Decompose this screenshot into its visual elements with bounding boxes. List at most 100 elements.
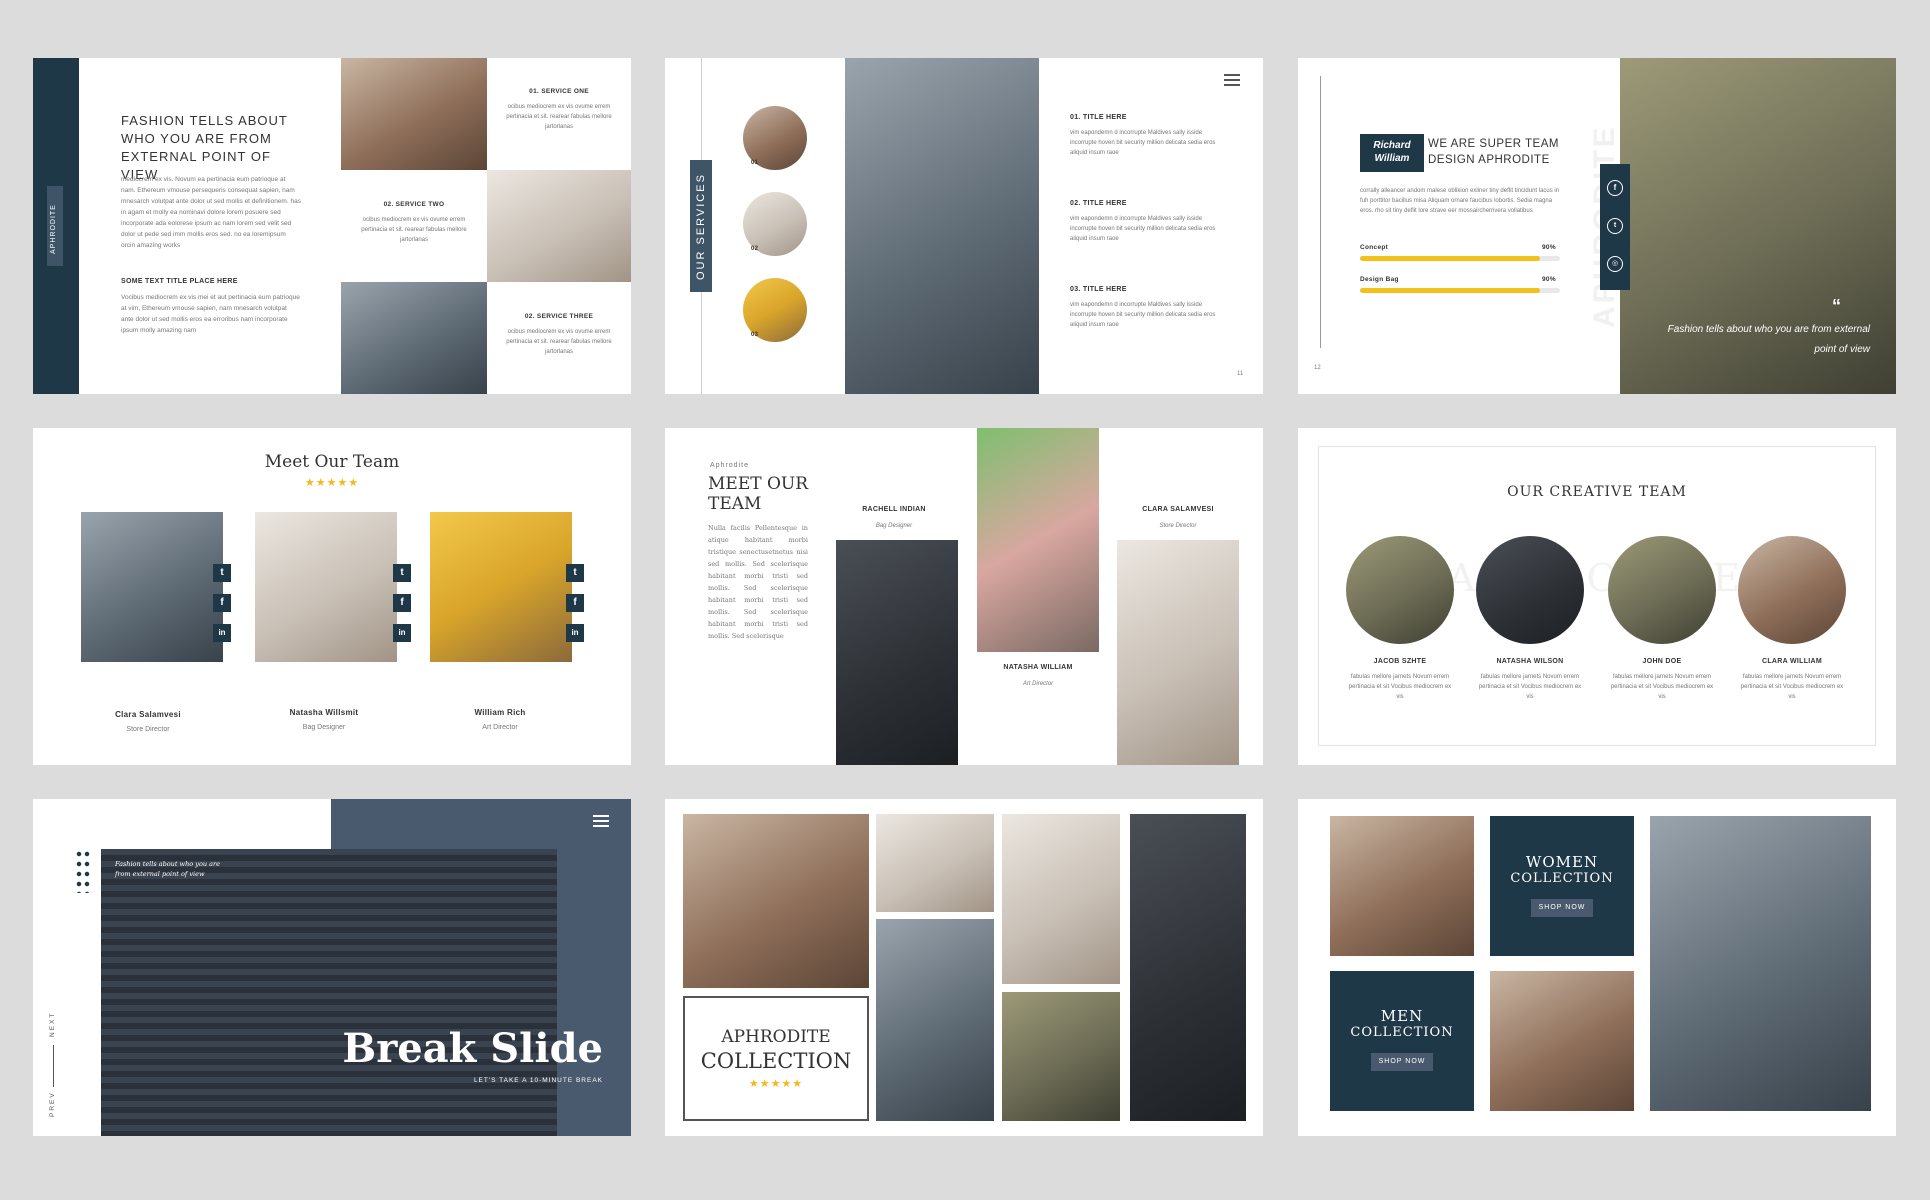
photo-man-bag bbox=[1490, 971, 1634, 1111]
member-1-role: Store Director bbox=[126, 726, 170, 733]
photo-red-bag bbox=[341, 282, 487, 394]
linkedin-icon[interactable]: in bbox=[213, 624, 231, 642]
member-4-name: CLARA WILLIAM bbox=[1761, 658, 1823, 665]
small-label: Aphrodite bbox=[710, 462, 749, 469]
twitter-icon[interactable]: t bbox=[1607, 218, 1623, 234]
photo-woman-coat bbox=[1650, 816, 1871, 1111]
member-1-name: Clara Salamvesi bbox=[115, 710, 181, 719]
member-3-name: JOHN DOE bbox=[1642, 658, 1682, 665]
slide-creative-team[interactable]: OUR CREATIVE TEAM APHRODITE JACOB SZHTE … bbox=[1298, 428, 1896, 765]
slide-break[interactable]: Fashion tells about who you are from ext… bbox=[33, 799, 631, 1136]
skill-2-bar bbox=[1360, 288, 1560, 293]
twitter-icon[interactable]: t bbox=[213, 564, 231, 582]
body-text: Nulla facilis Pellentesque in atique hab… bbox=[708, 524, 808, 640]
member-3-photo bbox=[1608, 536, 1716, 644]
men-line-1: MEN bbox=[1380, 1007, 1424, 1025]
title: Meet Our Team bbox=[264, 452, 400, 472]
photo-woman-walking bbox=[101, 849, 557, 1136]
instagram-icon[interactable]: ◎ bbox=[1607, 256, 1623, 272]
item-2-title: 02. TITLE HERE bbox=[1070, 200, 1127, 207]
rating-stars: ★★★★★ bbox=[304, 477, 360, 489]
member-2-name: NATASHA WILSON bbox=[1496, 658, 1564, 665]
skill-1-bar bbox=[1360, 256, 1560, 261]
name-badge: Richard William bbox=[1360, 134, 1424, 172]
side-title: OUR SERVICES bbox=[695, 173, 707, 280]
rating-stars: ★★★★★ bbox=[748, 1078, 804, 1090]
item-3-text: vim eapondemn d incorrupte Maldives sall… bbox=[1070, 302, 1216, 328]
member-4-text: fabulas mellore jarnets Novum errem pert… bbox=[1740, 674, 1844, 700]
twitter-icon[interactable]: t bbox=[393, 564, 411, 582]
item-1-title: 01. TITLE HERE bbox=[1070, 114, 1127, 121]
slide-meet-our-team-2[interactable]: Aphrodite MEET OUR TEAM Nulla facilis Pe… bbox=[665, 428, 1263, 765]
linkedin-icon[interactable]: in bbox=[566, 624, 584, 642]
dots-grid bbox=[75, 849, 91, 893]
photo-skirt-bag bbox=[341, 58, 487, 170]
skill-2-fill bbox=[1360, 288, 1540, 293]
member-2-name: Natasha Willsmit bbox=[289, 708, 359, 717]
member-2-role: Bag Designer bbox=[302, 724, 346, 731]
skill-1-label: Concept bbox=[1360, 244, 1389, 251]
vertical-arrow-line bbox=[1320, 76, 1321, 348]
page-number: 11 bbox=[1237, 371, 1244, 377]
photo-white-dress bbox=[1130, 814, 1246, 1121]
next-link[interactable]: NEXT bbox=[49, 1012, 56, 1037]
linkedin-icon[interactable]: in bbox=[393, 624, 411, 642]
hamburger-icon[interactable] bbox=[1224, 74, 1240, 86]
photo-steps-woman bbox=[1002, 814, 1120, 984]
photo-woman-headscarf bbox=[845, 58, 1039, 394]
facebook-icon[interactable]: f bbox=[566, 594, 584, 612]
photo-coat-woman bbox=[876, 919, 994, 1121]
slide-aphrodite-collection[interactable]: APHRODITE COLLECTION ★★★★★ bbox=[665, 799, 1263, 1136]
facebook-icon[interactable]: f bbox=[393, 594, 411, 612]
member-3-role: Store Director bbox=[1159, 523, 1197, 529]
member-4-photo bbox=[1738, 536, 1846, 644]
member-2-role: Art Director bbox=[1022, 681, 1054, 687]
slide-collections[interactable]: WOMEN COLLECTION SHOP NOW MEN COLLECTION… bbox=[1298, 799, 1896, 1136]
member-3-photo bbox=[1117, 540, 1239, 765]
title-line-2: TEAM bbox=[708, 494, 762, 514]
slide-super-team[interactable]: 12 Richard William WE ARE SUPER TEAM DES… bbox=[1298, 58, 1896, 394]
facebook-icon[interactable]: f bbox=[1607, 180, 1623, 196]
women-line-2: COLLECTION bbox=[1510, 871, 1614, 886]
item-2-text: vim eapondemn d incorrupte Maldives sall… bbox=[1070, 216, 1216, 242]
women-collection-box bbox=[1490, 816, 1634, 956]
photo-jeep-woman bbox=[1002, 992, 1120, 1121]
women-shop-button[interactable]: SHOP NOW bbox=[1531, 899, 1593, 917]
member-3-name: CLARA SALAMVESI bbox=[1142, 506, 1214, 513]
twitter-icon[interactable]: t bbox=[566, 564, 584, 582]
service-2-title: 02. SERVICE TWO bbox=[383, 201, 445, 208]
slide-our-services[interactable]: OUR SERVICES 01 02 03 01. TITLE HERE vim… bbox=[665, 58, 1263, 394]
member-2-name: NATASHA WILLIAM bbox=[1003, 664, 1073, 671]
sub-heading: SOME TEXT TITLE PLACE HERE bbox=[121, 278, 238, 285]
heading: WE ARE SUPER TEAM DESIGN APHRODITE bbox=[1428, 138, 1559, 166]
member-2-text: fabulas mellore jarnets Novum errem pert… bbox=[1478, 674, 1582, 700]
facebook-icon[interactable]: f bbox=[213, 594, 231, 612]
service-3-text: ocibus mediocrem ex vis ovume errem pert… bbox=[506, 329, 612, 355]
slide-meet-our-team[interactable]: Meet Our Team ★★★★★ t f in Clara Salamve… bbox=[33, 428, 631, 765]
photo-crossbody-bag bbox=[487, 170, 631, 282]
member-1-photo bbox=[81, 512, 223, 662]
member-3-text: fabulas mellore jarnets Novum errem pert… bbox=[1610, 674, 1714, 700]
quote-text: Fashion tells about who you are from ext… bbox=[1667, 324, 1870, 355]
circle-label-3: 03 bbox=[751, 332, 759, 338]
title-line-1: APHRODITE bbox=[721, 1027, 831, 1047]
item-3-title: 03. TITLE HERE bbox=[1070, 286, 1127, 293]
subtitle: LET'S TAKE A 10-MINUTE BREAK bbox=[473, 1077, 603, 1084]
prev-link[interactable]: PREV bbox=[49, 1091, 56, 1117]
service-1-text: ocibus mediocrem ex vis ovume errem pert… bbox=[506, 104, 612, 130]
body-text: mediocrem ex vis. Novum ea pertinacia eu… bbox=[121, 176, 301, 249]
member-1-photo bbox=[836, 540, 958, 765]
member-2-photo bbox=[1476, 536, 1584, 644]
slide-fashion-tells[interactable]: APHRODITE FASHION TELLS ABOUT WHO YOU AR… bbox=[33, 58, 631, 394]
skill-1-value: 90% bbox=[1542, 244, 1556, 251]
page-number: 12 bbox=[1314, 365, 1321, 371]
hamburger-icon[interactable] bbox=[593, 815, 609, 827]
women-line-1: WOMEN bbox=[1525, 853, 1599, 871]
member-1-photo bbox=[1346, 536, 1454, 644]
side-label: APHRODITE bbox=[50, 204, 57, 254]
men-shop-button[interactable]: SHOP NOW bbox=[1371, 1053, 1433, 1071]
member-3-name: William Rich bbox=[474, 708, 526, 717]
title-line-1: MEET OUR bbox=[708, 474, 809, 494]
skill-1-fill bbox=[1360, 256, 1540, 261]
member-1-name: RACHELL INDIAN bbox=[862, 506, 926, 513]
